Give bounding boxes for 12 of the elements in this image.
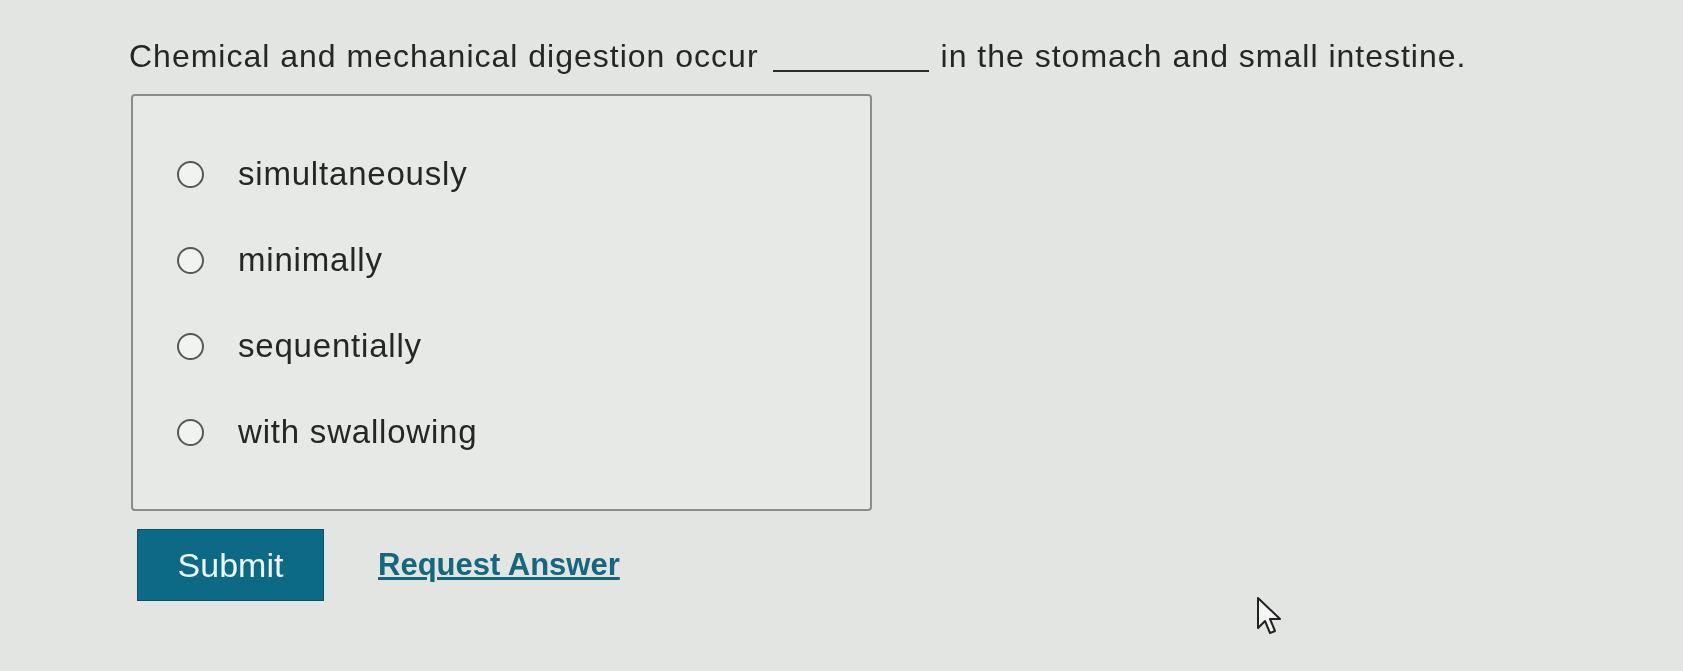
option-label: sequentially: [238, 326, 422, 366]
question-text: Chemical and mechanical digestion occur: [129, 37, 759, 76]
radio-button[interactable]: [177, 246, 204, 274]
request-answer-link[interactable]: Request Answer: [378, 541, 620, 589]
radio-button[interactable]: [177, 332, 204, 360]
question-text: in the stomach and small intestine.: [940, 37, 1467, 76]
radio-button[interactable]: [177, 160, 204, 188]
radio-button[interactable]: [177, 418, 204, 446]
option-label: with swallowing: [238, 412, 478, 452]
option-label: minimally: [238, 240, 383, 280]
option-label: simultaneously: [238, 154, 468, 194]
submit-button[interactable]: Submit: [137, 529, 324, 601]
